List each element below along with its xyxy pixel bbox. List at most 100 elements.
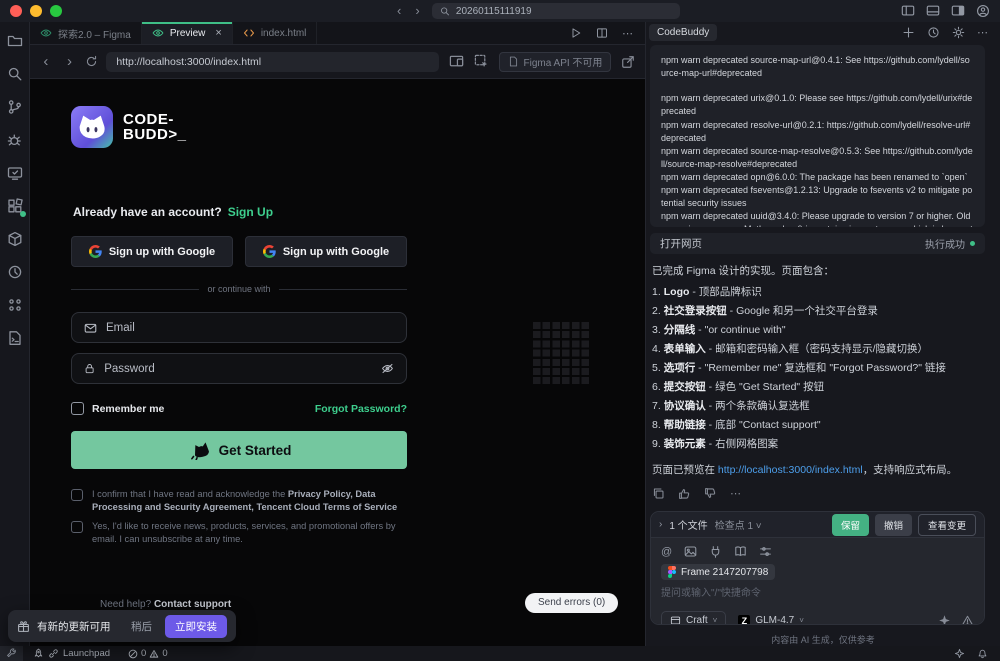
debug-icon[interactable]: [6, 131, 24, 149]
new-chat-icon[interactable]: [902, 26, 915, 39]
frame-chip-label: Frame 2147207798: [681, 567, 768, 578]
history-back-button[interactable]: ‹: [397, 0, 401, 22]
url-input[interactable]: [116, 56, 429, 68]
remote-preview-icon[interactable]: [6, 164, 24, 182]
tools-icon[interactable]: [759, 545, 772, 558]
history-forward-button[interactable]: ›: [415, 0, 419, 22]
eye-icon: [152, 27, 164, 39]
toggle-bottom-panel-icon[interactable]: [926, 4, 940, 18]
device-toolbar-icon[interactable]: [447, 53, 465, 71]
remember-checkbox[interactable]: [71, 402, 84, 415]
copy-icon[interactable]: [652, 487, 665, 500]
expand-chevron-icon[interactable]: ›: [659, 519, 662, 530]
source-control-icon[interactable]: [6, 98, 24, 116]
google-icon: [263, 245, 276, 258]
search-icon[interactable]: [6, 65, 24, 83]
chat-history-icon[interactable]: [927, 26, 940, 39]
toast-later-button[interactable]: 稍后: [131, 619, 152, 634]
keep-button[interactable]: 保留: [832, 514, 869, 536]
explorer-icon[interactable]: [6, 32, 24, 50]
command-search-box[interactable]: [432, 3, 680, 19]
terminal-output[interactable]: npm warn deprecated source-map-url@0.4.1…: [650, 45, 985, 226]
changed-files-count[interactable]: 1 个文件: [669, 517, 707, 532]
tab-figma-explore[interactable]: 探索2.0 – Figma: [30, 22, 142, 44]
close-tab-icon[interactable]: ×: [215, 27, 221, 39]
update-icon: [17, 620, 30, 633]
email-input[interactable]: [106, 322, 394, 334]
password-input[interactable]: [104, 363, 372, 375]
maximize-window-button[interactable]: [50, 5, 62, 17]
message-more-icon[interactable]: ⋯: [730, 487, 741, 500]
summary-item: 3.分隔线 - "or continue with": [652, 321, 985, 340]
open-external-icon[interactable]: [619, 53, 637, 71]
terminal-line: npm warn deprecated source-map-resolve@0…: [661, 145, 974, 171]
apps-grid-icon[interactable]: [6, 296, 24, 314]
message-actions: ⋯: [652, 487, 985, 500]
tool-call-card[interactable]: 打开网页 执行成功: [650, 233, 985, 254]
summary-item: 6.提交按钮 - 绿色 "Get Started" 按钮: [652, 378, 985, 397]
agreement-checkbox-1[interactable]: [71, 489, 83, 501]
toast-install-button[interactable]: 立即安装: [165, 615, 227, 638]
model-dropdown[interactable]: Z GLM-4.7˅: [734, 612, 808, 625]
image-icon[interactable]: [684, 545, 697, 558]
close-window-button[interactable]: [10, 5, 22, 17]
mode-dropdown[interactable]: Craft˅: [661, 611, 726, 625]
codebuddy-panel-tab[interactable]: CodeBuddy: [649, 24, 717, 41]
view-changes-button[interactable]: 查看变更: [918, 514, 976, 536]
checkpoint-dropdown[interactable]: 检查点 1 ˅: [715, 517, 762, 532]
tab-label: index.html: [261, 28, 307, 39]
mention-icon[interactable]: @: [661, 546, 672, 558]
eye-off-icon[interactable]: [381, 361, 394, 376]
compass-icon[interactable]: [954, 648, 965, 659]
cat-mascot-icon: [187, 440, 211, 460]
extensions-icon[interactable]: [6, 197, 24, 215]
google-signup-button-1[interactable]: Sign up with Google: [71, 236, 233, 267]
history-icon[interactable]: [6, 263, 24, 281]
enhance-sparkle-icon[interactable]: [938, 614, 951, 625]
figma-frame-chip[interactable]: Frame 2147207798: [661, 564, 775, 580]
file-terminal-icon[interactable]: [6, 329, 24, 347]
signup-link[interactable]: Sign Up: [228, 205, 273, 219]
account-icon[interactable]: [976, 4, 990, 18]
toggle-right-panel-icon[interactable]: [951, 4, 965, 18]
password-field[interactable]: [71, 353, 407, 384]
remote-tools-button[interactable]: [0, 646, 23, 661]
settings-gear-icon[interactable]: [952, 26, 965, 39]
tab-index-html[interactable]: index.html: [233, 22, 318, 44]
reload-icon[interactable]: [85, 55, 98, 68]
agreement-checkbox-2[interactable]: [71, 521, 83, 533]
forward-icon[interactable]: ›: [62, 53, 78, 70]
package-icon[interactable]: [6, 230, 24, 248]
checkpoint-bar: › 1 个文件 检查点 1 ˅ 保留 撤销 查看变更: [651, 512, 984, 538]
run-icon[interactable]: [570, 27, 582, 39]
minimize-window-button[interactable]: [30, 5, 42, 17]
email-field[interactable]: [71, 312, 407, 343]
chat-composer[interactable]: @ Frame 2147207798 提问或输入"/"快捷命令: [651, 538, 984, 625]
alert-triangle-icon[interactable]: [961, 614, 974, 625]
docs-icon[interactable]: [734, 545, 747, 558]
figma-api-status-button[interactable]: Figma API 不可用: [499, 52, 612, 72]
undo-button[interactable]: 撤销: [875, 514, 912, 536]
thumbs-up-icon[interactable]: [678, 487, 691, 500]
more-actions-icon[interactable]: ⋯: [622, 27, 633, 40]
contact-support-link[interactable]: Contact support: [154, 599, 231, 610]
plug-icon[interactable]: [709, 545, 722, 558]
get-started-button[interactable]: Get Started: [71, 431, 407, 469]
thumbs-down-icon[interactable]: [704, 487, 717, 500]
split-editor-icon[interactable]: [596, 27, 608, 39]
problems-indicator[interactable]: 0 0: [122, 646, 174, 661]
google-signup-button-2[interactable]: Sign up with Google: [245, 236, 407, 267]
forgot-password-link[interactable]: Forgot Password?: [315, 403, 407, 415]
panel-more-icon[interactable]: ⋯: [977, 26, 988, 39]
composer-placeholder[interactable]: 提问或输入"/"快捷命令: [661, 584, 974, 599]
toggle-left-panel-icon[interactable]: [901, 4, 915, 18]
send-errors-button[interactable]: Send errors (0): [525, 593, 618, 613]
launchpad-button[interactable]: Launchpad: [27, 646, 116, 661]
preview-url-link[interactable]: http://localhost:3000/index.html: [718, 464, 863, 476]
tab-preview[interactable]: Preview ×: [142, 22, 233, 44]
url-bar[interactable]: [106, 52, 439, 72]
back-icon[interactable]: ‹: [38, 53, 54, 70]
inspect-element-icon[interactable]: [473, 53, 491, 71]
bell-icon[interactable]: [977, 648, 988, 659]
command-search-input[interactable]: [456, 6, 672, 17]
